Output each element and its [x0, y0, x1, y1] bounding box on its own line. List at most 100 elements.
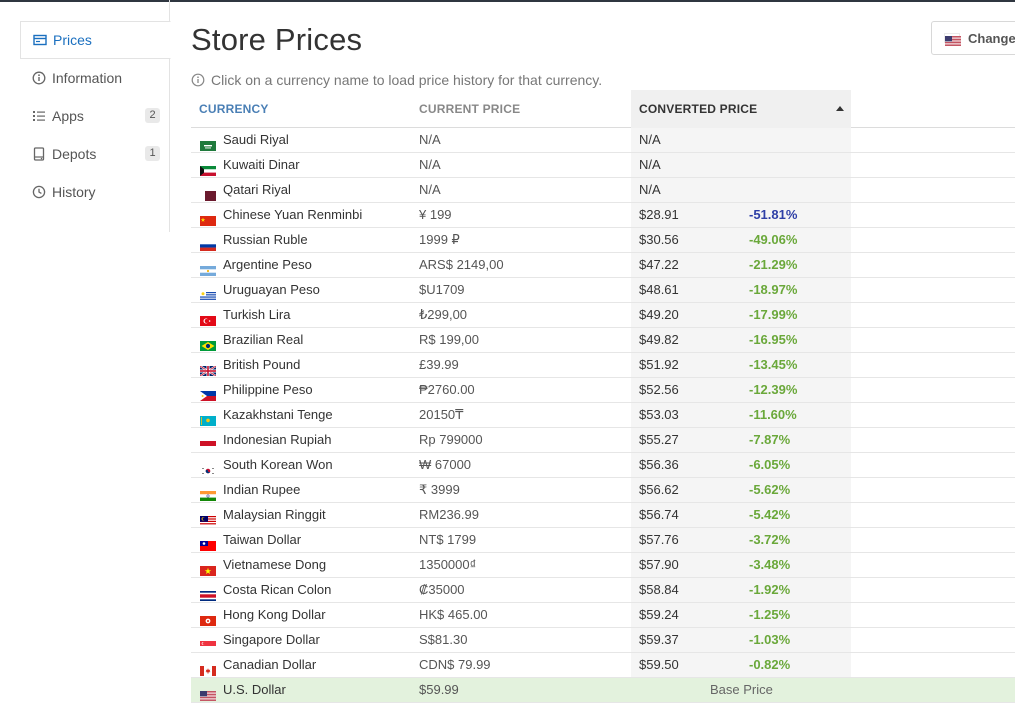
table-row[interactable]: Kazakhstani Tenge 20150₸ $53.03 -11.60% — [191, 403, 1015, 428]
table-row[interactable]: U.S. Dollar $59.99 Base Price — [191, 678, 1015, 703]
converted-price: $56.74 — [639, 507, 679, 522]
currency-name[interactable]: Hong Kong Dollar — [223, 603, 326, 627]
tr-flag-icon — [200, 310, 216, 326]
table-row[interactable]: Taiwan Dollar NT$ 1799 $57.76 -3.72% — [191, 528, 1015, 553]
converted-price: $52.56 — [639, 382, 679, 397]
converted-price: N/A — [639, 157, 661, 172]
price-difference: -16.95% — [749, 332, 798, 347]
current-price: Rp 799000 — [419, 432, 483, 447]
converted-price: $58.84 — [639, 582, 679, 597]
price-difference: -17.99% — [749, 307, 798, 322]
tw-flag-icon — [200, 535, 216, 551]
change-currency-button[interactable]: Change — [931, 21, 1015, 55]
table-row[interactable]: Brazilian Real R$ 199,00 $49.82 -16.95% — [191, 328, 1015, 353]
currency-name[interactable]: Uruguayan Peso — [223, 278, 320, 302]
change-label: Change — [968, 30, 1015, 46]
converted-price: $59.37 — [639, 632, 679, 647]
ar-flag-icon — [200, 260, 216, 276]
converted-price: $28.91 — [639, 207, 679, 222]
currency-name[interactable]: Saudi Riyal — [223, 128, 289, 152]
currency-name[interactable]: Russian Ruble — [223, 228, 308, 252]
table-row[interactable]: Chinese Yuan Renminbi ¥ 199 $28.91 -51.81% — [191, 203, 1015, 228]
sidebar-item-label: Prices — [53, 32, 92, 48]
currency-name[interactable]: Malaysian Ringgit — [223, 503, 326, 527]
table-row[interactable]: Hong Kong Dollar HK$ 465.00 $59.24 -1.25% — [191, 603, 1015, 628]
current-price: R$ 199,00 — [419, 332, 479, 347]
currency-name[interactable]: Philippine Peso — [223, 378, 313, 402]
sidebar-item-apps[interactable]: Apps 2 — [20, 97, 170, 135]
currency-name[interactable]: Indonesian Rupiah — [223, 428, 331, 452]
currency-name[interactable]: Chinese Yuan Renminbi — [223, 203, 362, 227]
currency-name[interactable]: Taiwan Dollar — [223, 528, 301, 552]
current-price: N/A — [419, 132, 441, 147]
price-difference: -5.42% — [749, 507, 791, 522]
table-row[interactable]: Turkish Lira ₺299,00 $49.20 -17.99% — [191, 303, 1015, 328]
currency-name[interactable]: Kuwaiti Dinar — [223, 153, 300, 177]
table-row[interactable]: Russian Ruble 1999 ₽ $30.56 -49.06% — [191, 228, 1015, 253]
currency-name[interactable]: Qatari Riyal — [223, 178, 291, 202]
current-price: $59.99 — [419, 682, 459, 697]
table-row[interactable]: Costa Rican Colon ₡35000 $58.84 -1.92% — [191, 578, 1015, 603]
current-price: HK$ 465.00 — [419, 607, 488, 622]
currency-name[interactable]: U.S. Dollar — [223, 678, 286, 702]
currency-name[interactable]: Kazakhstani Tenge — [223, 403, 333, 427]
price-difference: -3.48% — [749, 557, 791, 572]
currency-name[interactable]: Canadian Dollar — [223, 653, 316, 677]
table-row[interactable]: Indonesian Rupiah Rp 799000 $55.27 -7.87% — [191, 428, 1015, 453]
table-row[interactable]: Uruguayan Peso $U1709 $48.61 -18.97% — [191, 278, 1015, 303]
currency-name[interactable]: Argentine Peso — [223, 253, 312, 277]
sidebar-item-information[interactable]: Information — [20, 59, 170, 97]
id-flag-icon — [200, 435, 216, 451]
currency-name[interactable]: Turkish Lira — [223, 303, 290, 327]
current-price: £39.99 — [419, 357, 459, 372]
info-icon — [32, 71, 46, 85]
column-header-current-price[interactable]: CURRENT PRICE — [419, 90, 520, 128]
prices-table: CONVERTED PRICE CURRENCY CURRENT PRICE S… — [191, 90, 1015, 703]
currency-name[interactable]: British Pound — [223, 353, 300, 377]
table-header: CONVERTED PRICE CURRENCY CURRENT PRICE — [191, 90, 1015, 128]
table-row[interactable]: Philippine Peso ₱2760.00 $52.56 -12.39% — [191, 378, 1015, 403]
currency-name[interactable]: Indian Rupee — [223, 478, 300, 502]
table-row[interactable]: Saudi Riyal N/A N/A — [191, 128, 1015, 153]
price-difference: -1.25% — [749, 607, 791, 622]
currency-name[interactable]: Brazilian Real — [223, 328, 303, 352]
table-row[interactable]: Argentine Peso ARS$ 2149,00 $47.22 -21.29% — [191, 253, 1015, 278]
current-price: NT$ 1799 — [419, 532, 477, 547]
table-row[interactable]: Vietnamese Dong 1350000₫ $57.90 -3.48% — [191, 553, 1015, 578]
column-header-converted[interactable]: CONVERTED PRICE — [631, 90, 851, 128]
column-header-currency[interactable]: CURRENCY — [199, 90, 269, 128]
converted-price: $49.20 — [639, 307, 679, 322]
price-difference: -1.92% — [749, 582, 791, 597]
current-price: N/A — [419, 157, 441, 172]
price-difference: -49.06% — [749, 232, 798, 247]
table-row[interactable]: Indian Rupee ₹ 3999 $56.62 -5.62% — [191, 478, 1015, 503]
table-row[interactable]: Malaysian Ringgit RM236.99 $56.74 -5.42% — [191, 503, 1015, 528]
converted-column-bg — [631, 178, 851, 202]
table-row[interactable]: Singapore Dollar S$81.30 $59.37 -1.03% — [191, 628, 1015, 653]
converted-price: $48.61 — [639, 282, 679, 297]
table-row[interactable]: Canadian Dollar CDN$ 79.99 $59.50 -0.82% — [191, 653, 1015, 678]
current-price: ¥ 199 — [419, 207, 452, 222]
table-row[interactable]: Qatari Riyal N/A N/A — [191, 178, 1015, 203]
hint-text: Click on a currency name to load price h… — [191, 72, 602, 88]
table-row[interactable]: British Pound £39.99 $51.92 -13.45% — [191, 353, 1015, 378]
sidebar-item-prices[interactable]: Prices — [20, 21, 171, 59]
currency-name[interactable]: Vietnamese Dong — [223, 553, 326, 577]
sidebar-item-label: History — [52, 184, 96, 200]
sidebar-item-depots[interactable]: Depots 1 — [20, 135, 170, 173]
sidebar-item-history[interactable]: History — [20, 173, 170, 211]
table-row[interactable]: Kuwaiti Dinar N/A N/A — [191, 153, 1015, 178]
kr-flag-icon — [200, 460, 216, 476]
table-body: Saudi Riyal N/A N/A Kuwaiti Dinar N/A N/A Qata… — [191, 128, 1015, 703]
current-price: ₡35000 — [419, 582, 465, 597]
us-flag-icon — [944, 33, 961, 47]
current-price: CDN$ 79.99 — [419, 657, 491, 672]
list-icon — [32, 109, 46, 123]
price-difference: -1.03% — [749, 632, 791, 647]
table-row[interactable]: South Korean Won ₩ 67000 $56.36 -6.05% — [191, 453, 1015, 478]
current-price: ₩ 67000 — [419, 457, 472, 472]
hk-flag-icon — [200, 610, 216, 626]
currency-name[interactable]: South Korean Won — [223, 453, 333, 477]
currency-name[interactable]: Costa Rican Colon — [223, 578, 331, 602]
currency-name[interactable]: Singapore Dollar — [223, 628, 320, 652]
